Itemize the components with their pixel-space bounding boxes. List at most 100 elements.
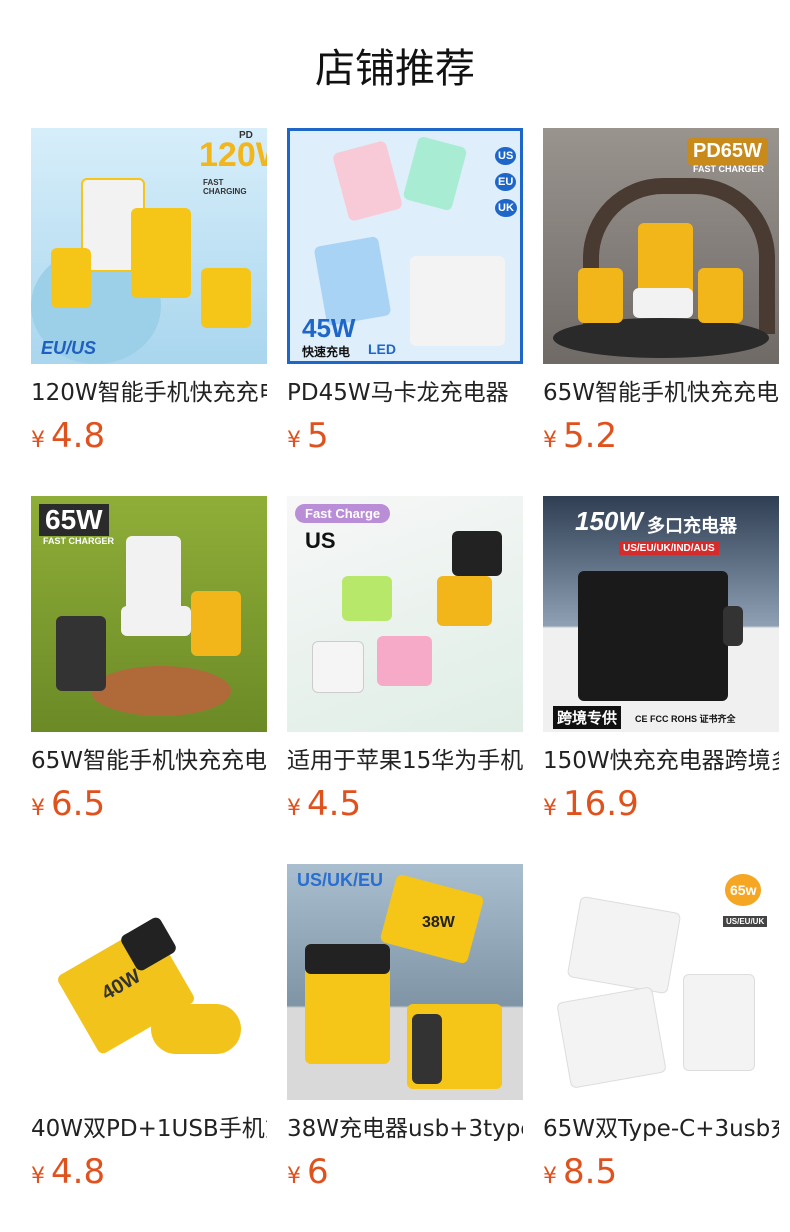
product-illustration-shape (452, 531, 502, 576)
product-illustration-shape (437, 576, 492, 626)
product-image[interactable]: 150W 多口充电器 US/EU/UK/IND/AUS 跨境专供 CE FCC … (543, 496, 779, 732)
product-illustration-shape (633, 288, 693, 318)
image-overlay-text: 多口充电器 (647, 516, 737, 536)
price-value: 8.5 (563, 1152, 618, 1192)
product-illustration-shape (723, 606, 743, 646)
product-name[interactable]: 150W快充充电器跨境多口 (543, 746, 779, 776)
product-illustration-shape (56, 616, 106, 691)
product-name[interactable]: 65W智能手机快充充电器 (543, 378, 779, 408)
price-value: 4.8 (51, 1152, 106, 1192)
product-name[interactable]: 38W充电器usb+3type-c (287, 1114, 523, 1144)
product-illustration-shape (151, 1004, 241, 1054)
product-illustration-shape (312, 641, 364, 693)
product-card[interactable]: 45W 快速充电 LED US EU UK PD45W马卡龙充电器 ¥5 (287, 128, 523, 456)
product-illustration-shape (377, 636, 432, 686)
product-price: ¥6 (287, 1152, 523, 1192)
currency-symbol: ¥ (31, 1164, 45, 1189)
image-overlay-text: US/UK/EU (297, 870, 384, 890)
product-price: ¥4.8 (31, 416, 267, 456)
product-card[interactable]: 150W 多口充电器 US/EU/UK/IND/AUS 跨境专供 CE FCC … (543, 496, 779, 824)
product-illustration-shape (698, 268, 743, 323)
image-overlay-text: 65w (725, 874, 762, 906)
image-overlay-text: UK (495, 199, 517, 217)
image-overlay-text: CE FCC ROHS 证书齐全 (635, 714, 736, 724)
currency-symbol: ¥ (31, 796, 45, 821)
product-illustration-shape (412, 1014, 442, 1084)
product-image[interactable]: 65W FAST CHARGER (31, 496, 267, 732)
price-value: 16.9 (563, 784, 639, 824)
product-price: ¥4.8 (31, 1152, 267, 1192)
product-image[interactable]: Fast Charge US (287, 496, 523, 732)
currency-symbol: ¥ (287, 428, 301, 453)
image-overlay-text: 45W (302, 313, 356, 343)
image-overlay-text: 38W (422, 914, 455, 931)
image-overlay-text: FAST CHARGER (43, 536, 115, 546)
product-illustration-shape (51, 248, 91, 308)
image-overlay-text: Fast Charge (295, 504, 391, 523)
product-name[interactable]: 适用于苹果15华为手机充电器 (287, 746, 523, 776)
image-overlay-text: US/EU/UK/IND/AUS (619, 542, 719, 555)
product-illustration-shape (191, 591, 241, 656)
product-price: ¥8.5 (543, 1152, 779, 1192)
price-value: 4.8 (51, 416, 106, 456)
product-price: ¥4.5 (287, 784, 523, 824)
product-price: ¥16.9 (543, 784, 779, 824)
product-price: ¥6.5 (31, 784, 267, 824)
image-overlay-text: FAST CHARGING (203, 178, 247, 196)
product-illustration-shape (683, 974, 755, 1071)
product-image[interactable]: PD65W FAST CHARGER (543, 128, 779, 364)
currency-symbol: ¥ (287, 1164, 301, 1189)
image-overlay-text: EU/US (41, 338, 97, 358)
currency-symbol: ¥ (543, 428, 557, 453)
product-name[interactable]: 65W智能手机快充充电器 (31, 746, 267, 776)
product-illustration-shape (126, 536, 181, 616)
product-illustration-shape (578, 268, 623, 323)
product-image[interactable]: 120W PD FAST CHARGING EU/US (31, 128, 267, 364)
product-illustration-shape (305, 944, 390, 974)
image-overlay-text: PD (239, 130, 253, 141)
product-name[interactable]: 40W双PD+1USB手机充电器 (31, 1114, 267, 1144)
product-image[interactable]: 40W (31, 864, 267, 1100)
product-illustration-shape (342, 576, 392, 621)
price-value: 4.5 (307, 784, 362, 824)
price-value: 5 (307, 416, 329, 456)
product-illustration-shape (566, 895, 682, 995)
product-card[interactable]: US/UK/EU 38W 38W充电器usb+3type-c ¥6 (287, 864, 523, 1192)
product-name[interactable]: 65W双Type-C+3usb充电器 (543, 1114, 779, 1144)
product-illustration-shape (201, 268, 251, 328)
image-overlay-text: 65W (39, 504, 109, 536)
currency-symbol: ¥ (543, 1164, 557, 1189)
product-card[interactable]: 65W FAST CHARGER 65W智能手机快充充电器 ¥6.5 (31, 496, 267, 824)
product-illustration-shape (556, 986, 667, 1089)
currency-symbol: ¥ (287, 796, 301, 821)
price-value: 6.5 (51, 784, 106, 824)
product-card[interactable]: PD65W FAST CHARGER 65W智能手机快充充电器 ¥5.2 (543, 128, 779, 456)
image-overlay-text: 120W (199, 136, 267, 174)
image-overlay-text: FAST CHARGER (693, 164, 765, 174)
product-card[interactable]: 65w US/EU/UK 65W双Type-C+3usb充电器 ¥8.5 (543, 864, 779, 1192)
product-name[interactable]: 120W智能手机快充充电器 (31, 378, 267, 408)
product-image[interactable]: 45W 快速充电 LED US EU UK (287, 128, 523, 364)
product-illustration-shape (91, 666, 231, 716)
product-image[interactable]: US/UK/EU 38W (287, 864, 523, 1100)
image-overlay-text: US (305, 528, 336, 553)
price-value: 6 (307, 1152, 329, 1192)
product-illustration-shape (131, 208, 191, 298)
image-overlay-text: LED (368, 341, 396, 357)
price-value: 5.2 (563, 416, 618, 456)
product-card[interactable]: Fast Charge US 适用于苹果15华为手机充电器 ¥4.5 (287, 496, 523, 824)
product-card[interactable]: 120W PD FAST CHARGING EU/US 120W智能手机快充充电… (31, 128, 267, 456)
product-name[interactable]: PD45W马卡龙充电器 (287, 378, 523, 408)
product-illustration-shape (331, 140, 404, 222)
image-overlay-text: EU (495, 173, 517, 191)
product-card[interactable]: 40W 40W双PD+1USB手机充电器 ¥4.8 (31, 864, 267, 1192)
image-overlay-text: US/EU/UK (723, 916, 768, 927)
product-image[interactable]: 65w US/EU/UK (543, 864, 779, 1100)
image-overlay-text: PD65W (687, 138, 768, 165)
product-illustration-shape (402, 135, 468, 212)
image-overlay-text: 150W (575, 506, 643, 536)
product-price: ¥5.2 (543, 416, 779, 456)
product-illustration-shape (578, 571, 728, 701)
section-title: 店铺推荐 (315, 46, 475, 92)
currency-symbol: ¥ (543, 796, 557, 821)
